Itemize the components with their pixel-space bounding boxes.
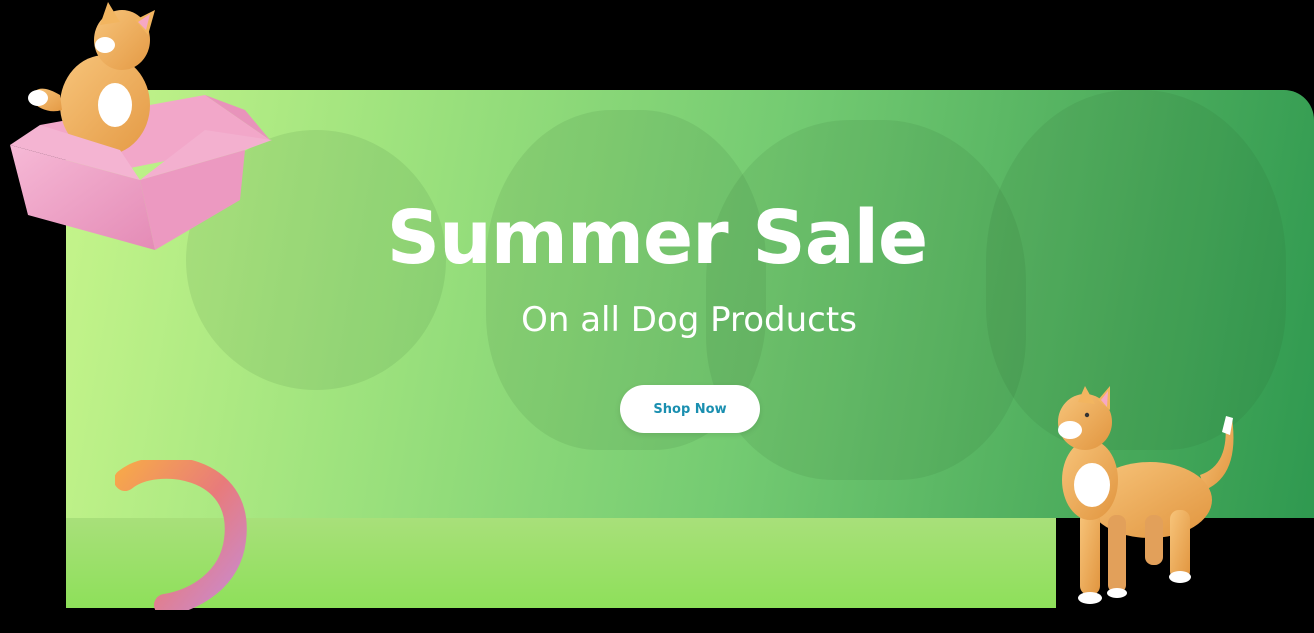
standing-cat-illustration: [1058, 386, 1234, 604]
gradient-swirl-decoration: [115, 460, 247, 610]
promo-banner: Summer Sale On all Dog Products Shop Now: [0, 0, 1314, 633]
banner-subtitle: On all Dog Products: [521, 300, 857, 340]
shop-now-button[interactable]: Shop Now: [620, 385, 760, 433]
cat-in-box-illustration: [10, 2, 272, 250]
